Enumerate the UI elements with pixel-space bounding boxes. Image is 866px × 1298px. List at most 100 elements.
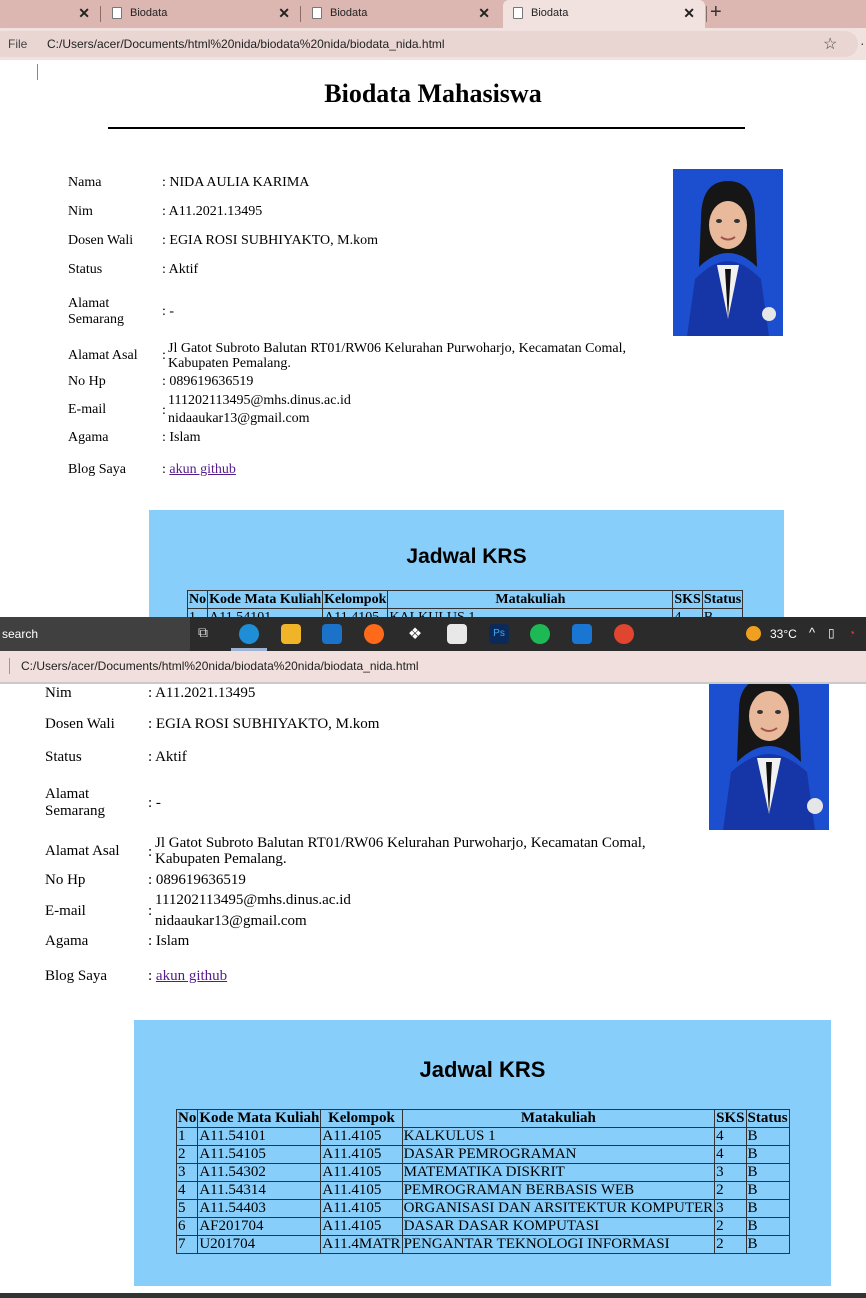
email-colon: : bbox=[162, 403, 166, 418]
table-body: 1 A11.54101 A11.4105 KALKULUS 1 4 B 2 A11.54105… bbox=[175, 1127, 790, 1254]
label-alamat-semarang-2a: Alamat bbox=[45, 786, 90, 802]
taskbar-search[interactable]: search bbox=[0, 617, 190, 651]
table-cell: MATEMATIKA DISKRIT bbox=[401, 1163, 716, 1182]
table-cell: 2 bbox=[175, 1145, 199, 1164]
file-explorer-icon[interactable] bbox=[281, 624, 301, 644]
table-cell: B bbox=[745, 1235, 790, 1254]
close-icon[interactable]: ✕ bbox=[78, 5, 90, 22]
label-blog: Blog Saya bbox=[68, 462, 126, 477]
table-cell: PEMROGRAMAN BERBASIS WEB bbox=[401, 1181, 716, 1200]
table-header: No Kode Mata Kuliah Kelompok Matakuliah … bbox=[186, 590, 744, 609]
dropbox-icon[interactable]: ❖ bbox=[405, 624, 425, 644]
table-row: 6 AF201704 A11.4105 DASAR DASAR KOMPUTASI 2 B bbox=[175, 1217, 790, 1236]
tab-label: Biodata bbox=[330, 7, 368, 19]
chevron-up-icon[interactable]: ^ bbox=[809, 625, 815, 640]
label-blog-2: Blog Saya bbox=[45, 968, 108, 984]
tab-biodata-2[interactable]: Biodata ✕ bbox=[302, 0, 500, 28]
blog-value: : akun github bbox=[162, 462, 236, 478]
vscode-icon[interactable] bbox=[572, 624, 592, 644]
bottom-edge bbox=[0, 1293, 866, 1298]
close-icon[interactable]: ✕ bbox=[683, 5, 695, 22]
cell: KALKULUS 1 bbox=[387, 608, 674, 617]
table-cell: 3 bbox=[714, 1163, 747, 1182]
label-agama: Agama bbox=[68, 430, 109, 445]
col-kelompok: Kelompok bbox=[320, 1109, 403, 1128]
url-text[interactable]: C:/Users/acer/Documents/html%20nida/biod… bbox=[47, 37, 445, 51]
cell: 1 bbox=[186, 608, 209, 617]
github-link-2[interactable]: akun github bbox=[156, 968, 227, 984]
label-alamat-asal: Alamat Asal bbox=[68, 348, 138, 363]
edge-icon[interactable] bbox=[239, 624, 259, 644]
table-cell: 1 bbox=[175, 1127, 199, 1146]
temperature[interactable]: 33°C bbox=[770, 627, 797, 641]
table-cell: AF201704 bbox=[197, 1217, 322, 1236]
value-email-1: 111202113495@mhs.dinus.ac.id bbox=[168, 393, 351, 408]
label-no-hp-2: No Hp bbox=[45, 872, 86, 888]
value-alamat-asal-line2: Kabupaten Pemalang. bbox=[168, 356, 291, 371]
col-sks: SKS bbox=[714, 1109, 747, 1128]
more-icon[interactable]: · bbox=[860, 35, 865, 51]
task-view-icon[interactable]: ⧉ bbox=[198, 624, 218, 644]
chrome-icon[interactable] bbox=[614, 624, 634, 644]
table-cell: DASAR PEMROGRAMAN bbox=[401, 1145, 716, 1164]
label-no-hp: No Hp bbox=[68, 374, 106, 389]
cell: A11.54101 bbox=[207, 608, 324, 617]
tab-biodata-1[interactable]: Biodata ✕ bbox=[102, 0, 300, 28]
table-cell: A11.54101 bbox=[197, 1127, 322, 1146]
spotify-icon[interactable] bbox=[530, 624, 550, 644]
tab-divider bbox=[300, 6, 301, 22]
label-dosen-wali-2: Dosen Wali bbox=[45, 716, 115, 732]
photoshop-icon[interactable]: Ps bbox=[489, 624, 509, 644]
krs-section: Jadwal KRS No Kode Mata Kuliah Kelompok … bbox=[149, 510, 784, 617]
mail-icon[interactable] bbox=[322, 624, 342, 644]
tab-label: Biodata bbox=[531, 7, 569, 19]
table-row: 5 A11.54403 A11.4105 ORGANISASI DAN ARSITEK… bbox=[175, 1199, 790, 1218]
table-cell: B bbox=[745, 1199, 790, 1218]
krs-table-2: No Kode Mata Kuliah Kelompok Matakuliah … bbox=[175, 1109, 790, 1254]
network-icon[interactable]: ◔ bbox=[848, 626, 855, 640]
tab-label: Biodata bbox=[130, 7, 168, 19]
col-kelompok: Kelompok bbox=[322, 590, 389, 609]
address-bar: ) File C:/Users/acer/Documents/html%20ni… bbox=[0, 28, 866, 80]
col-no: No bbox=[175, 1109, 199, 1128]
table-cell: A11.4105 bbox=[320, 1127, 403, 1146]
table-cell: A11.4105 bbox=[320, 1163, 403, 1182]
tab-biodata-active[interactable]: Biodata ✕ bbox=[503, 0, 705, 28]
value-no-hp-2: : 089619636519 bbox=[148, 872, 246, 888]
krs-title-2: Jadwal KRS bbox=[419, 1057, 546, 1082]
github-link[interactable]: akun github bbox=[169, 462, 236, 477]
col-kode: Kode Mata Kuliah bbox=[197, 1109, 322, 1128]
taskbar: search ⧉ ❖ Ps 33°C ^ ▯ ◔ bbox=[0, 617, 866, 651]
blog-colon-2: : bbox=[148, 968, 156, 984]
table-row: 1 A11.54101 A11.4105 KALKULUS 14B bbox=[175, 1127, 790, 1146]
profile-photo-2 bbox=[709, 684, 829, 830]
value-status-2: : Aktif bbox=[148, 749, 187, 765]
close-icon[interactable]: ✕ bbox=[278, 5, 290, 22]
table-cell: 4 bbox=[175, 1181, 199, 1200]
table-cell: B bbox=[745, 1181, 790, 1200]
label-email-2: E-mail bbox=[45, 903, 86, 919]
table-cell: A11.4105 bbox=[320, 1181, 403, 1200]
cell: B bbox=[701, 608, 744, 617]
battery-icon[interactable]: ▯ bbox=[828, 626, 835, 640]
value-alamat-asal-2-line1: Jl Gatot Subroto Balutan RT01/RW06 Kelur… bbox=[155, 835, 646, 851]
close-icon[interactable]: ✕ bbox=[478, 5, 490, 22]
table-cell: 3 bbox=[175, 1163, 199, 1182]
label-status: Status bbox=[68, 262, 103, 277]
table-cell: ORGANISASI DAN ARSITEKTUR KOMPUTER bbox=[401, 1199, 716, 1218]
url-text-2[interactable]: C:/Users/acer/Documents/html%20nida/biod… bbox=[21, 659, 419, 673]
amazon-icon[interactable] bbox=[447, 624, 467, 644]
alamat-asal-colon-2: : bbox=[148, 844, 153, 860]
favorite-star-icon[interactable]: ☆ bbox=[823, 34, 837, 54]
table-cell: A11.54105 bbox=[197, 1145, 322, 1164]
firefox-icon[interactable] bbox=[364, 624, 384, 644]
cell: 4 bbox=[672, 608, 703, 617]
tab-0[interactable]: ✕ bbox=[0, 0, 100, 28]
weather-icon[interactable] bbox=[746, 626, 761, 641]
label-nim: Nim bbox=[68, 204, 93, 219]
table-cell: 2 bbox=[714, 1235, 747, 1254]
label-status-2: Status bbox=[45, 749, 82, 765]
table-cell: U201704 bbox=[197, 1235, 322, 1254]
value-email-2a: 111202113495@mhs.dinus.ac.id bbox=[155, 892, 351, 908]
new-tab-button[interactable]: + bbox=[710, 1, 722, 24]
